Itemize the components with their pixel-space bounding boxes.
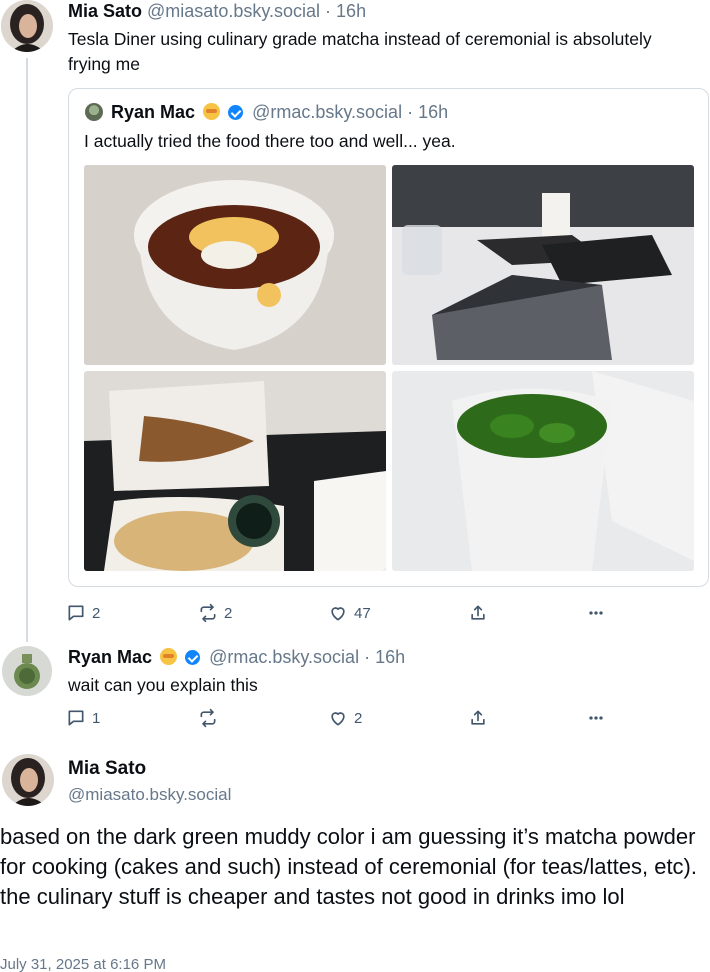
repost-arrows-icon [200, 603, 216, 623]
thread-line [26, 58, 28, 642]
image-grid [84, 165, 694, 571]
like-button[interactable]: 2 [328, 706, 362, 730]
image-tray-food[interactable] [84, 371, 386, 571]
avatar-ryan-mac-small [85, 103, 103, 121]
share-button[interactable] [468, 601, 488, 625]
avatar-portrait-image [1, 0, 53, 52]
speech-bubble-icon [68, 710, 84, 726]
reply-count: 2 [92, 604, 101, 622]
repost-button[interactable] [198, 706, 218, 730]
post-header: Mia Sato @miasato.bsky.social · 16h [68, 0, 366, 22]
post-mia-sato: Mia Sato @miasato.bsky.social · 16h Tesl… [0, 0, 710, 642]
reply-button[interactable]: 2 [66, 601, 100, 625]
post-text: wait can you explain this [68, 675, 258, 695]
share-icon [471, 605, 485, 620]
avatar-ryan-mac[interactable] [2, 646, 52, 696]
post-text: Tesla Diner using culinary grade matcha … [68, 29, 652, 74]
more-options-button[interactable] [586, 706, 606, 730]
emoji-face-icon [160, 648, 178, 665]
reply-count: 1 [92, 709, 101, 727]
like-button[interactable]: 47 [328, 601, 371, 625]
avatar-cartoon-image [2, 646, 52, 696]
like-count: 47 [354, 604, 371, 622]
quote-header: Ryan Mac @rmac.bsky.social · 16h [111, 101, 448, 123]
avatar-mia-sato[interactable] [1, 0, 53, 52]
quote-post-time: · 16h [407, 102, 449, 122]
repost-arrows-icon [200, 708, 216, 728]
author-name[interactable]: Ryan Mac [68, 647, 152, 667]
image-chili-bowl[interactable] [84, 165, 386, 365]
quote-author-name: Ryan Mac [111, 102, 196, 122]
ellipsis-icon [589, 716, 603, 720]
ellipsis-icon [589, 611, 603, 615]
post-ryan-mac-reply: Ryan Mac @rmac.bsky.social · 16h wait ca… [0, 640, 710, 740]
author-name[interactable]: Mia Sato [68, 1, 142, 21]
author-handle[interactable]: @miasato.bsky.social [68, 784, 231, 806]
emoji-face-icon [203, 103, 221, 120]
post-actions: 1 2 [66, 706, 626, 730]
heart-icon [331, 607, 345, 621]
author-name-text: Mia Sato [68, 758, 147, 779]
more-options-button[interactable] [586, 601, 606, 625]
author-name[interactable]: Mia Sato [68, 758, 146, 780]
quote-post[interactable]: Ryan Mac @rmac.bsky.social · 16h I actua… [68, 88, 709, 587]
post-time: · 16h [364, 647, 406, 667]
avatar-portrait-image [2, 754, 54, 806]
repost-button[interactable]: 2 [198, 601, 232, 625]
verified-badge-icon [185, 650, 201, 665]
like-count: 2 [354, 709, 363, 727]
verified-badge-icon [228, 105, 244, 120]
quote-text: I actually tried the food there too and … [84, 131, 456, 151]
repost-count: 2 [224, 604, 233, 622]
quote-author-handle: @rmac.bsky.social [252, 102, 403, 122]
reply-button[interactable]: 1 [66, 706, 100, 730]
share-icon [471, 710, 485, 725]
heart-icon [331, 712, 345, 726]
avatar-mia-sato[interactable] [2, 754, 54, 806]
image-matcha-cup[interactable] [392, 371, 694, 571]
post-timestamp[interactable]: July 31, 2025 at 6:16 PM [0, 956, 166, 972]
image-cybertruck-box[interactable] [392, 165, 694, 365]
author-handle[interactable]: @rmac.bsky.social [209, 647, 359, 667]
post-actions: 2 2 47 [66, 601, 626, 625]
post-header: Ryan Mac @rmac.bsky.social · 16h [68, 646, 405, 668]
post-text-focused: based on the dark green muddy color i am… [0, 824, 697, 909]
speech-bubble-icon [68, 605, 84, 621]
author-handle[interactable]: @miasato.bsky.social [147, 1, 320, 21]
post-time: · 16h [325, 1, 367, 21]
share-button[interactable] [468, 706, 488, 730]
